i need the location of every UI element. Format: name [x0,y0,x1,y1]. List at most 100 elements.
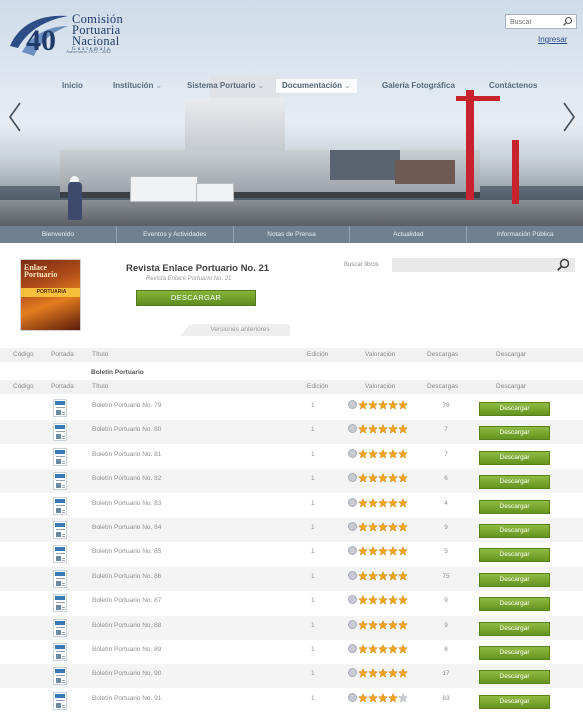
search-box[interactable] [505,14,577,29]
star-icon[interactable] [388,692,398,703]
star-icon[interactable] [398,522,408,532]
rating-stars[interactable] [348,546,408,557]
star-icon[interactable] [388,400,398,410]
nav-item-galeria[interactable]: Galería Fotográfica [382,79,455,93]
search-input[interactable] [510,17,560,27]
star-icon[interactable] [378,595,388,605]
rating-cancel-icon[interactable] [348,692,357,702]
star-icon[interactable] [378,644,388,654]
subnav-item-notas[interactable]: Notas de Prensa [234,226,351,243]
star-icon[interactable] [378,692,388,703]
row-download-button[interactable]: Descargar [479,548,550,563]
star-icon[interactable] [398,595,408,605]
star-icon[interactable] [388,546,398,557]
star-icon[interactable] [398,448,408,459]
cover-thumbnail[interactable] [53,472,67,491]
row-download-button[interactable]: Descargar [479,426,550,441]
row-download-button[interactable]: Descargar [479,524,550,538]
cover-thumbnail[interactable] [53,594,67,613]
star-icon[interactable] [358,570,368,581]
rating-cancel-icon[interactable] [348,619,357,629]
star-icon[interactable] [358,644,368,654]
search-icon[interactable] [556,258,570,272]
rating-cancel-icon[interactable] [348,522,357,531]
row-download-button[interactable]: Descargar [479,646,550,660]
star-icon[interactable] [388,644,398,654]
star-icon[interactable] [358,692,368,703]
star-icon[interactable] [368,668,378,679]
star-icon[interactable] [398,619,408,630]
star-icon[interactable] [368,595,378,605]
rating-stars[interactable] [348,619,408,631]
star-icon[interactable] [398,424,408,435]
star-icon[interactable] [358,497,368,508]
star-icon[interactable] [368,400,378,410]
rating-stars[interactable] [348,522,408,533]
star-icon[interactable] [398,546,408,557]
row-download-button[interactable]: Descargar [479,450,550,465]
rating-cancel-icon[interactable] [348,448,357,458]
rating-cancel-icon[interactable] [348,473,357,483]
cover-thumbnail[interactable] [53,569,67,588]
previous-versions-tab[interactable]: Versiones anteriores [180,324,290,336]
star-icon[interactable] [368,546,378,557]
star-icon[interactable] [388,570,398,581]
login-link[interactable]: Ingresar [538,35,567,44]
featured-download-button[interactable]: DESCARGAR [136,290,256,306]
star-icon[interactable] [368,424,378,435]
row-download-button[interactable]: Descargar [479,475,550,490]
star-icon[interactable] [398,570,408,581]
cover-thumbnail[interactable] [53,496,67,515]
star-icon[interactable] [388,522,398,532]
star-icon[interactable] [358,522,368,532]
star-icon[interactable] [398,692,408,703]
cover-thumbnail[interactable] [53,399,67,417]
star-icon[interactable] [378,668,388,679]
star-icon[interactable] [378,619,388,630]
star-icon[interactable] [358,546,368,557]
nav-item-contactenos[interactable]: Contáctenos [489,79,537,93]
row-download-button[interactable]: Descargar [479,499,550,514]
row-download-button[interactable]: Descargar [479,402,550,416]
cover-thumbnail[interactable] [53,691,67,710]
rating-stars[interactable] [348,448,408,460]
star-icon[interactable] [388,424,398,435]
row-download-button[interactable]: Descargar [479,572,550,587]
star-icon[interactable] [368,522,378,532]
rating-stars[interactable] [348,473,408,484]
cover-thumbnail[interactable] [53,618,67,637]
row-download-button[interactable]: Descargar [479,670,550,685]
row-download-button[interactable]: Descargar [479,597,550,612]
star-icon[interactable] [368,497,378,508]
star-icon[interactable] [358,400,368,410]
star-icon[interactable] [368,644,378,654]
star-icon[interactable] [388,595,398,605]
rating-stars[interactable] [348,595,408,606]
star-icon[interactable] [378,448,388,459]
star-icon[interactable] [388,668,398,679]
rating-stars[interactable] [348,668,408,679]
rating-stars[interactable] [348,497,408,509]
star-icon[interactable] [358,473,368,483]
nav-item-sistema-portuario[interactable]: Sistema Portuario ⌄ [187,79,264,93]
nav-item-documentacion[interactable]: Documentación ⌄ [276,79,357,93]
rating-stars[interactable] [348,424,408,435]
star-icon[interactable] [378,497,388,508]
rating-cancel-icon[interactable] [348,424,357,434]
subnav-item-bienvenido[interactable]: Bienvenido [0,226,117,243]
row-download-button[interactable]: Descargar [479,694,550,709]
rating-stars[interactable] [348,644,408,655]
star-icon[interactable] [398,644,408,654]
star-icon[interactable] [398,473,408,483]
star-icon[interactable] [368,570,378,581]
star-icon[interactable] [398,497,408,508]
cover-thumbnail[interactable] [53,447,67,466]
rating-cancel-icon[interactable] [348,400,357,409]
star-icon[interactable] [368,448,378,459]
search-icon[interactable] [562,16,573,27]
star-icon[interactable] [368,619,378,630]
star-icon[interactable] [378,424,388,435]
star-icon[interactable] [378,546,388,557]
star-icon[interactable] [388,619,398,630]
row-download-button[interactable]: Descargar [479,621,550,636]
